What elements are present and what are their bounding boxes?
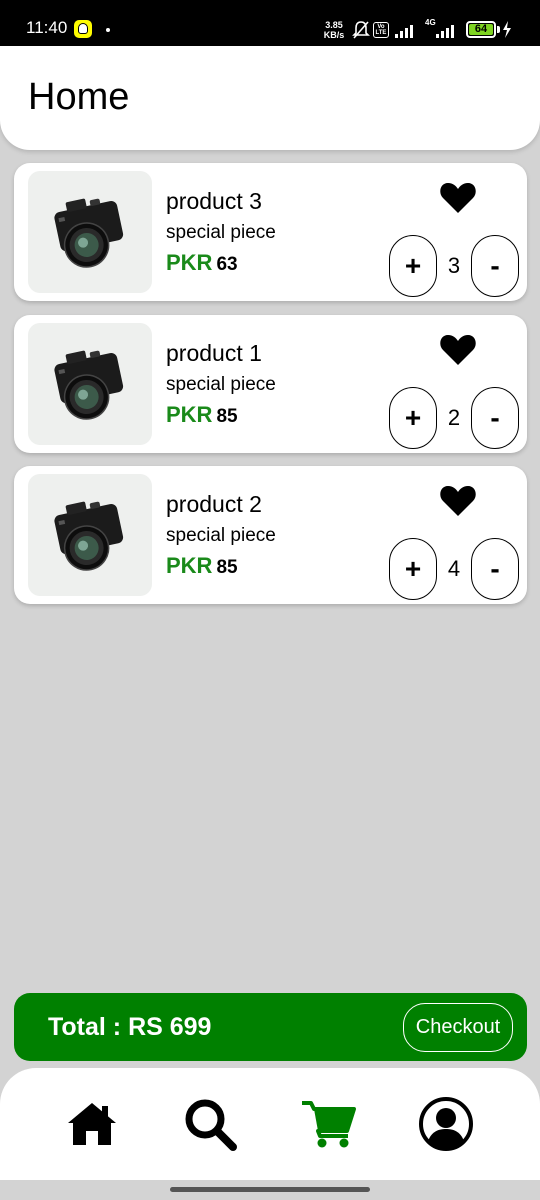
product-image — [28, 474, 152, 596]
price-currency: PKR — [166, 402, 213, 427]
price-value: 85 — [216, 406, 238, 427]
product-name: product 2 — [166, 491, 262, 517]
decrease-quantity-button[interactable]: - — [471, 387, 519, 449]
increase-quantity-button[interactable]: + — [389, 387, 437, 449]
favorite-heart-icon[interactable] — [439, 333, 477, 367]
home-icon — [68, 1103, 116, 1145]
product-price: PKR 63 — [166, 250, 238, 275]
product-subtitle: special piece — [166, 222, 276, 243]
charging-bolt-icon — [503, 21, 511, 38]
price-currency: PKR — [166, 553, 213, 578]
battery-tip — [497, 26, 500, 33]
bell-off-icon — [352, 21, 370, 39]
product-name: product 3 — [166, 188, 262, 214]
total-amount: Total : RS 699 — [48, 1013, 212, 1041]
increase-quantity-button[interactable]: + — [389, 538, 437, 600]
decrease-quantity-button[interactable]: - — [471, 235, 519, 297]
product-card[interactable]: product 1 special piece PKR 85 + 2 - — [14, 315, 527, 453]
page-title: Home — [28, 76, 130, 118]
product-name: product 1 — [166, 340, 262, 366]
search-icon — [185, 1099, 237, 1151]
favorite-heart-icon[interactable] — [439, 484, 477, 518]
quantity-value: 3 — [447, 253, 461, 278]
checkout-button[interactable]: Checkout — [403, 1003, 513, 1052]
signal-strength-icon-1 — [395, 22, 417, 38]
product-subtitle: special piece — [166, 374, 276, 395]
user-profile-icon — [419, 1097, 473, 1151]
product-subtitle: special piece — [166, 525, 276, 546]
bottom-navigation — [0, 1068, 540, 1180]
increase-quantity-button[interactable]: + — [389, 235, 437, 297]
price-value: 85 — [216, 557, 238, 578]
status-bar: 11:40 3.85 KB/s Vo LTE 4G 64 — [0, 0, 540, 46]
volte-icon: Vo LTE — [373, 22, 389, 38]
snapchat-notification-icon — [74, 20, 92, 38]
status-time: 11:40 — [26, 18, 68, 37]
camera-image — [54, 501, 124, 571]
price-value: 63 — [216, 254, 238, 275]
favorite-heart-icon[interactable] — [439, 181, 477, 215]
quantity-value: 4 — [447, 556, 461, 581]
product-card[interactable]: product 2 special piece PKR 85 + 4 - — [14, 466, 527, 604]
camera-image — [54, 350, 124, 420]
gesture-navigation-bar[interactable] — [170, 1187, 370, 1192]
signal-strength-icon-2 — [436, 22, 458, 38]
decrease-quantity-button[interactable]: - — [471, 538, 519, 600]
network-speed: 3.85 KB/s — [322, 20, 346, 40]
nav-home[interactable] — [62, 1096, 122, 1152]
network-speed-unit: KB/s — [323, 30, 345, 40]
price-currency: PKR — [166, 250, 213, 275]
nav-profile[interactable] — [416, 1096, 476, 1152]
nav-search[interactable] — [180, 1096, 240, 1152]
network-type: 4G — [425, 18, 436, 27]
product-image — [28, 171, 152, 293]
product-image — [28, 323, 152, 445]
battery-level: 64 — [469, 24, 493, 35]
product-card[interactable]: product 3 special piece PKR 63 + 3 - — [14, 163, 527, 301]
more-notifications-dot-icon — [106, 28, 110, 32]
battery-icon: 64 — [466, 21, 496, 38]
camera-image — [54, 198, 124, 268]
network-speed-value: 3.85 — [325, 20, 343, 30]
checkout-bar: Total : RS 699 Checkout — [14, 993, 527, 1061]
nav-cart[interactable] — [298, 1096, 358, 1152]
cart-icon — [302, 1101, 356, 1148]
product-price: PKR 85 — [166, 402, 238, 427]
app-header: Home — [0, 46, 540, 150]
product-price: PKR 85 — [166, 553, 238, 578]
quantity-value: 2 — [447, 405, 461, 430]
